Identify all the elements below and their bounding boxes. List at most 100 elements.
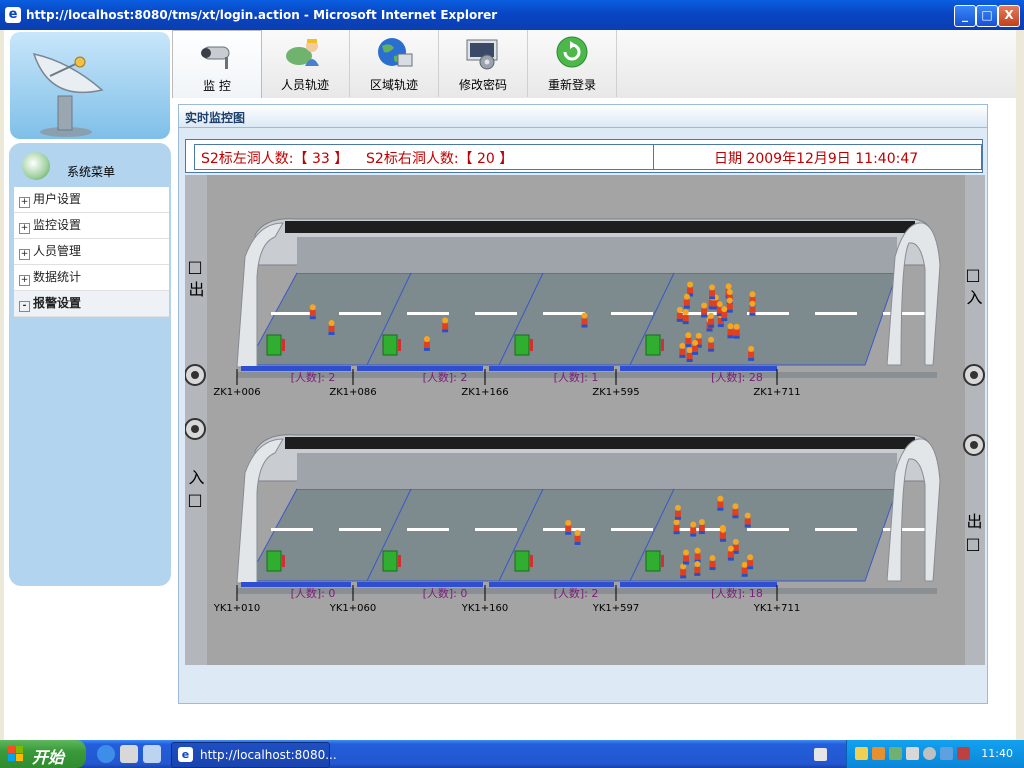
person-icon[interactable] bbox=[328, 320, 335, 336]
person-icon[interactable] bbox=[683, 293, 690, 309]
tab-label: 监 控 bbox=[203, 79, 231, 93]
tray-monitor-icon[interactable] bbox=[906, 747, 919, 760]
reader-station-icon[interactable] bbox=[382, 334, 398, 356]
tray-app-icon[interactable] bbox=[872, 747, 885, 760]
person-icon[interactable] bbox=[721, 306, 728, 322]
person-icon[interactable] bbox=[701, 302, 708, 318]
person-legs bbox=[749, 312, 756, 316]
person-icon[interactable] bbox=[680, 563, 687, 579]
person-icon[interactable] bbox=[309, 304, 316, 320]
tab-relogin[interactable]: 重新登录 bbox=[528, 30, 617, 97]
person-head bbox=[423, 335, 430, 342]
reader-station-icon[interactable] bbox=[382, 550, 398, 572]
maximize-button[interactable]: □ bbox=[976, 5, 998, 27]
person-icon[interactable] bbox=[581, 312, 588, 328]
person-icon[interactable] bbox=[748, 345, 755, 361]
person-icon[interactable] bbox=[674, 504, 681, 520]
person-icon[interactable] bbox=[683, 549, 690, 565]
people-track-icon bbox=[286, 39, 319, 66]
person-icon[interactable] bbox=[692, 339, 699, 355]
menu-item-user-settings[interactable]: + 用户设置 bbox=[14, 187, 169, 213]
reader-station-icon[interactable] bbox=[266, 334, 282, 356]
person-icon[interactable] bbox=[423, 335, 430, 351]
person-icon[interactable] bbox=[717, 495, 724, 511]
person-legs bbox=[680, 575, 687, 579]
start-button[interactable]: 开始 bbox=[0, 740, 86, 768]
tunnel-counts: S2标左洞人数:【 33 】 S2标右洞人数:【 20 】 bbox=[201, 148, 513, 168]
person-icon[interactable] bbox=[708, 336, 715, 352]
reader-station-icon[interactable] bbox=[645, 334, 661, 356]
close-button[interactable]: X bbox=[998, 5, 1020, 27]
reader-station-icon[interactable] bbox=[514, 550, 530, 572]
person-icon[interactable] bbox=[682, 309, 689, 325]
desktop-quicklaunch-icon[interactable] bbox=[120, 745, 138, 763]
person-icon[interactable] bbox=[741, 561, 748, 577]
tray-network-icon[interactable] bbox=[889, 747, 902, 760]
person-icon[interactable] bbox=[726, 297, 733, 313]
person-head bbox=[726, 289, 733, 296]
reader-station-icon[interactable] bbox=[645, 550, 661, 572]
person-icon[interactable] bbox=[565, 519, 572, 535]
minimize-button[interactable]: _ bbox=[954, 5, 976, 27]
expand-icon: + bbox=[19, 275, 30, 286]
collapse-icon: - bbox=[19, 301, 30, 312]
menu-item-monitor-settings[interactable]: + 监控设置 bbox=[14, 213, 169, 239]
person-icon[interactable] bbox=[749, 300, 756, 316]
window-title-bar[interactable]: e http://localhost:8080/tms/xt/login.act… bbox=[0, 0, 1024, 30]
reader-station-icon[interactable] bbox=[266, 550, 282, 572]
person-head bbox=[749, 291, 756, 298]
person-icon[interactable] bbox=[442, 317, 449, 333]
person-icon[interactable] bbox=[733, 323, 740, 339]
person-body bbox=[694, 553, 701, 560]
person-icon[interactable] bbox=[694, 547, 701, 563]
person-icon[interactable] bbox=[694, 560, 701, 576]
tab-personnel-track[interactable]: 人员轨迹 bbox=[261, 30, 350, 97]
tunnel-count-bar: S2标左洞人数:【 33 】 S2标右洞人数:【 20 】 日期 2009年12… bbox=[185, 139, 983, 173]
keyboard-icon[interactable] bbox=[814, 748, 827, 761]
tray-sound-icon[interactable] bbox=[923, 747, 936, 760]
person-icon[interactable] bbox=[676, 306, 683, 322]
tab-change-password[interactable]: 修改密码 bbox=[439, 30, 528, 97]
ie-quicklaunch-icon[interactable] bbox=[97, 745, 115, 763]
media-quicklaunch-icon[interactable] bbox=[143, 745, 161, 763]
person-icon[interactable] bbox=[690, 521, 697, 537]
tray-alert-icon[interactable] bbox=[957, 747, 970, 760]
lane-marking bbox=[271, 528, 313, 531]
person-body bbox=[687, 287, 694, 294]
person-icon[interactable] bbox=[744, 512, 751, 528]
person-icon[interactable] bbox=[685, 332, 692, 348]
reader-station-icon[interactable] bbox=[514, 334, 530, 356]
person-body bbox=[741, 567, 748, 574]
person-icon[interactable] bbox=[679, 342, 686, 358]
person-head bbox=[708, 312, 715, 319]
person-head bbox=[309, 304, 316, 311]
taskbar-ie-window[interactable]: e http://localhost:8080... bbox=[171, 742, 337, 768]
person-icon[interactable] bbox=[727, 545, 734, 561]
person-head bbox=[748, 345, 755, 352]
speaker-reel-icon bbox=[185, 418, 206, 440]
person-head bbox=[727, 323, 734, 330]
person-icon[interactable] bbox=[698, 519, 705, 535]
person-icon[interactable] bbox=[719, 526, 726, 542]
person-icon[interactable] bbox=[574, 529, 581, 545]
person-icon[interactable] bbox=[709, 284, 716, 300]
person-icon[interactable] bbox=[673, 519, 680, 535]
person-icon[interactable] bbox=[727, 323, 734, 339]
menu-item-personnel-management[interactable]: + 人员管理 bbox=[14, 239, 169, 265]
person-icon[interactable] bbox=[747, 554, 754, 570]
person-icon[interactable] bbox=[732, 503, 739, 519]
person-icon[interactable] bbox=[732, 538, 739, 554]
person-icon[interactable] bbox=[686, 346, 693, 362]
tray-security-icon[interactable] bbox=[940, 747, 953, 760]
tray-app-icon[interactable] bbox=[855, 747, 868, 760]
menu-item-alarm-settings[interactable]: - 报警设置 bbox=[14, 291, 169, 317]
tab-area-track[interactable]: 区域轨迹 bbox=[350, 30, 439, 97]
person-icon[interactable] bbox=[709, 555, 716, 571]
system-menu-title: 系统菜单 bbox=[67, 165, 116, 179]
person-icon[interactable] bbox=[708, 312, 715, 328]
tab-monitor[interactable]: 监 控 bbox=[172, 30, 262, 99]
person-legs bbox=[674, 516, 681, 520]
person-legs bbox=[706, 328, 713, 332]
menu-item-label: 报警设置 bbox=[33, 296, 82, 310]
menu-item-data-statistics[interactable]: + 数据统计 bbox=[14, 265, 169, 291]
